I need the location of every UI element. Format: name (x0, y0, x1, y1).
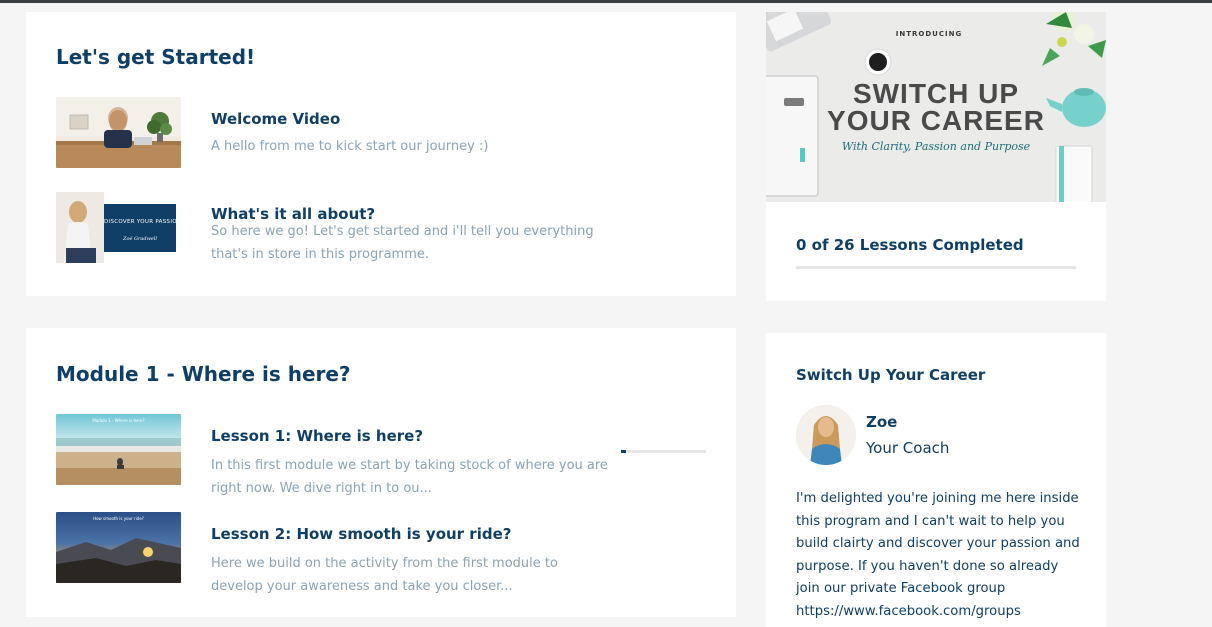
banner-headline-line1: SWITCH UP (852, 78, 1020, 109)
lesson-progress-fill (621, 450, 627, 453)
welcome-video-thumbnail[interactable] (56, 97, 181, 168)
lesson-2-thumbnail[interactable]: How smooth is your ride? (56, 512, 181, 583)
coach-role: Your Coach (866, 439, 950, 457)
banner-headline-line2: YOUR CAREER (827, 105, 1045, 136)
lesson-description: Here we build on the activity from the f… (211, 556, 558, 594)
course-progress-card: INTRODUCING SWITCH UP YOUR CAREER With C… (766, 12, 1106, 301)
lesson-description: A hello from me to kick start our journe… (211, 139, 489, 154)
module1-section-card: Module 1 - Where is here? Module 1 - Whe… (26, 328, 736, 617)
lesson-title[interactable]: Welcome Video (211, 110, 340, 128)
lesson-item-lesson-1[interactable]: Module 1 - Where is here? Lesson 1: Wher… (56, 414, 706, 496)
course-progress-bar (796, 266, 1076, 269)
coach-card: Switch Up Your Career Zoe Your Coach I'm… (766, 333, 1106, 627)
course-title: Switch Up Your Career (796, 366, 986, 384)
lesson-description: So here we go! Let's get started and i'l… (211, 224, 594, 262)
lesson-item-welcome-video[interactable]: Welcome Video A hello from me to kick st… (56, 97, 706, 169)
lesson-title[interactable]: Lesson 2: How smooth is your ride? (211, 525, 511, 543)
intro-section-card: Let's get Started! Welcome Video A hello… (26, 12, 736, 296)
banner-tagline: With Clarity, Passion and Purpose (841, 140, 1031, 153)
thumb-caption: How smooth is your ride? (93, 516, 144, 521)
top-bar (0, 0, 1212, 3)
banner-kicker: INTRODUCING (895, 30, 963, 38)
lesson-item-whats-it-all-about[interactable]: DISCOVER YOUR PASSION Zoë Gradwell What'… (56, 192, 706, 264)
avatar (796, 405, 856, 465)
section-title: Module 1 - Where is here? (56, 362, 351, 386)
thumb-caption: Module 1 - Where is here? (92, 418, 145, 423)
lesson-item-lesson-2[interactable]: How smooth is your ride? Lesson 2: How s… (56, 512, 706, 594)
course-banner-image: INTRODUCING SWITCH UP YOUR CAREER With C… (766, 12, 1106, 202)
thumb-caption: DISCOVER YOUR PASSION (104, 219, 181, 225)
lessons-completed-label: 0 of 26 Lessons Completed (796, 236, 1024, 254)
coach-message: I'm delighted you're joining me here ins… (796, 491, 1080, 619)
lesson-progress-bar (621, 450, 706, 453)
lesson-description: In this first module we start by taking … (211, 458, 608, 496)
section-title: Let's get Started! (56, 45, 256, 69)
lesson-1-thumbnail[interactable]: Module 1 - Where is here? (56, 414, 181, 485)
whats-it-about-thumbnail[interactable]: DISCOVER YOUR PASSION Zoë Gradwell (56, 192, 181, 263)
lesson-title[interactable]: Lesson 1: Where is here? (211, 427, 423, 445)
coach-name: Zoe (866, 413, 898, 431)
thumb-signature: Zoë Gradwell (122, 236, 158, 242)
